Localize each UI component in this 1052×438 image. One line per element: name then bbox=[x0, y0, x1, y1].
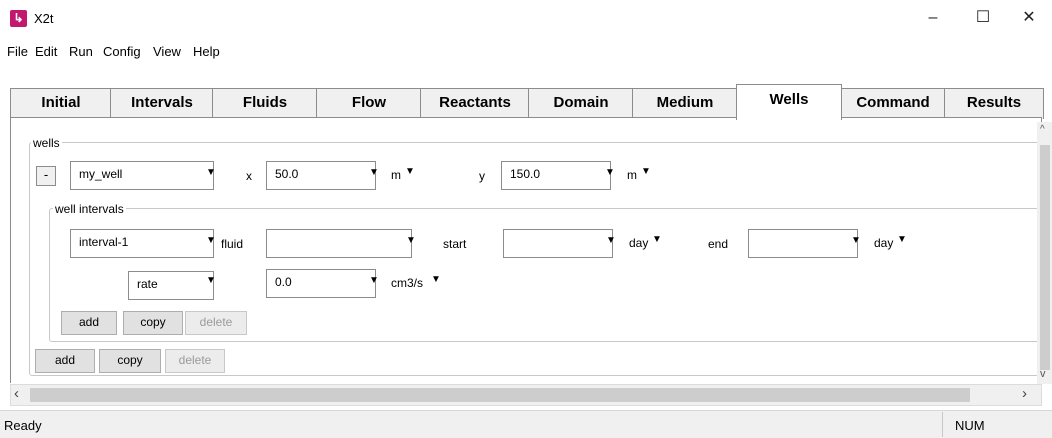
start-label: start bbox=[443, 237, 467, 251]
menu-file[interactable]: File bbox=[7, 44, 28, 59]
well-name-dropdown-icon[interactable]: ▼ bbox=[206, 167, 216, 178]
tab-command[interactable]: Command bbox=[840, 88, 946, 119]
well-name-combo[interactable]: my_well bbox=[70, 161, 214, 190]
copy-well-button[interactable]: copy bbox=[99, 349, 161, 373]
remove-well-button[interactable]: - bbox=[36, 166, 56, 186]
window-title: X2t bbox=[34, 11, 54, 26]
scroll-down-icon[interactable]: v bbox=[1040, 368, 1046, 380]
minimize-button[interactable]: – bbox=[910, 0, 956, 36]
fluid-label: fluid bbox=[221, 237, 244, 251]
scroll-up-icon[interactable]: ^ bbox=[1040, 124, 1045, 135]
status-bar: Ready NUM bbox=[0, 410, 1052, 438]
interval-name-dropdown-icon[interactable]: ▼ bbox=[206, 235, 216, 246]
status-divider bbox=[942, 412, 943, 437]
rate-type-dropdown-icon[interactable]: ▼ bbox=[206, 275, 216, 286]
x-unit-select[interactable]: m bbox=[391, 168, 401, 182]
scroll-left-icon[interactable]: ‹ bbox=[14, 385, 19, 402]
start-unit-select[interactable]: day bbox=[629, 236, 648, 250]
interval-name-combo[interactable]: interval-1 bbox=[70, 229, 214, 258]
start-unit-dropdown-icon[interactable]: ▼ bbox=[652, 234, 662, 245]
x-value-combo[interactable]: 50.0 bbox=[266, 161, 376, 190]
menu-config[interactable]: Config bbox=[103, 44, 141, 59]
rate-value-combo[interactable]: 0.0 bbox=[266, 269, 376, 298]
y-value-combo[interactable]: 150.0 bbox=[501, 161, 611, 190]
wells-group-label: wells bbox=[31, 136, 62, 150]
fluid-dropdown-icon[interactable]: ▼ bbox=[406, 235, 416, 246]
tab-wells[interactable]: Wells bbox=[736, 84, 842, 120]
end-unit-select[interactable]: day bbox=[874, 236, 893, 250]
rate-value-dropdown-icon[interactable]: ▼ bbox=[369, 275, 379, 286]
menu-help[interactable]: Help bbox=[193, 44, 220, 59]
menu-view[interactable]: View bbox=[153, 44, 181, 59]
end-combo[interactable] bbox=[748, 229, 858, 258]
tab-results[interactable]: Results bbox=[944, 88, 1044, 119]
rate-unit-select[interactable]: cm3/s bbox=[391, 276, 423, 290]
status-text: Ready bbox=[4, 418, 42, 433]
copy-interval-button[interactable]: copy bbox=[123, 311, 183, 335]
close-button[interactable]: ✕ bbox=[1006, 0, 1052, 36]
delete-interval-button[interactable]: delete bbox=[185, 311, 247, 335]
app-logo-icon: ↳ bbox=[10, 10, 27, 27]
add-well-button[interactable]: add bbox=[35, 349, 95, 373]
x-label: x bbox=[246, 169, 252, 183]
tab-strip: Initial Intervals Fluids Flow Reactants … bbox=[10, 84, 1044, 120]
start-combo[interactable] bbox=[503, 229, 613, 258]
y-unit-dropdown-icon[interactable]: ▼ bbox=[641, 166, 651, 177]
end-label: end bbox=[708, 237, 729, 251]
y-value-dropdown-icon[interactable]: ▼ bbox=[605, 167, 615, 178]
tab-reactants[interactable]: Reactants bbox=[420, 88, 530, 119]
tab-initial[interactable]: Initial bbox=[10, 88, 112, 119]
delete-well-button[interactable]: delete bbox=[165, 349, 225, 373]
start-dropdown-icon[interactable]: ▼ bbox=[606, 235, 616, 246]
tab-fluids[interactable]: Fluids bbox=[212, 88, 318, 119]
rate-unit-dropdown-icon[interactable]: ▼ bbox=[431, 274, 441, 285]
well-intervals-group-label: well intervals bbox=[53, 202, 126, 216]
tab-domain[interactable]: Domain bbox=[528, 88, 634, 119]
end-unit-dropdown-icon[interactable]: ▼ bbox=[897, 234, 907, 245]
tab-intervals[interactable]: Intervals bbox=[110, 88, 214, 119]
wells-panel: wells - my_well ▼ x 50.0 ▼ m ▼ y 150.0 ▼… bbox=[10, 118, 1042, 383]
x-unit-dropdown-icon[interactable]: ▼ bbox=[405, 166, 415, 177]
tab-medium[interactable]: Medium bbox=[632, 88, 738, 119]
scroll-right-icon[interactable]: › bbox=[1022, 385, 1027, 402]
y-unit-select[interactable]: m bbox=[627, 168, 637, 182]
title-bar: ↳ X2t – ☐ ✕ bbox=[0, 0, 1052, 38]
menu-bar: File Edit Run Config View Help bbox=[0, 44, 1052, 66]
horizontal-scroll-thumb[interactable] bbox=[30, 388, 970, 402]
tab-flow[interactable]: Flow bbox=[316, 88, 422, 119]
end-dropdown-icon[interactable]: ▼ bbox=[851, 235, 861, 246]
vertical-scroll-thumb[interactable] bbox=[1040, 145, 1050, 370]
fluid-combo[interactable] bbox=[266, 229, 412, 258]
rate-type-combo[interactable]: rate bbox=[128, 271, 214, 300]
num-lock-indicator: NUM bbox=[955, 418, 985, 433]
add-interval-button[interactable]: add bbox=[61, 311, 117, 335]
maximize-button[interactable]: ☐ bbox=[960, 0, 1006, 36]
y-label: y bbox=[479, 169, 485, 183]
menu-run[interactable]: Run bbox=[69, 44, 93, 59]
menu-edit[interactable]: Edit bbox=[35, 44, 57, 59]
x-value-dropdown-icon[interactable]: ▼ bbox=[369, 167, 379, 178]
